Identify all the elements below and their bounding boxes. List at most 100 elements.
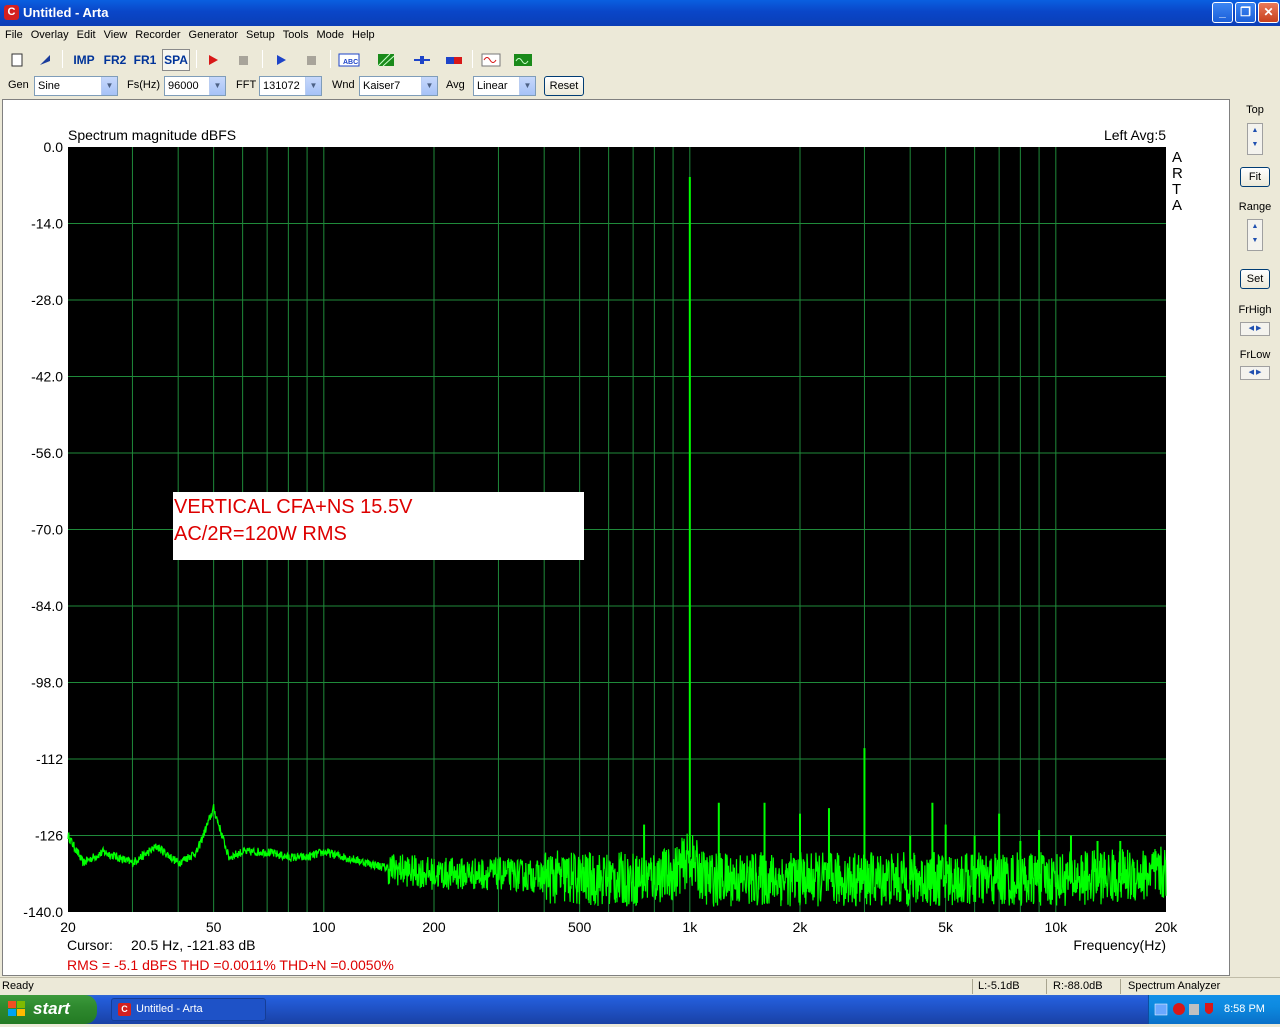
x-tick-label: 1k [682, 919, 698, 935]
record-play-icon[interactable] [202, 49, 224, 71]
options-bar: Gen Sine ▼ Fs(Hz) 96000 ▼ FFT 131072 ▼ Wnd … [0, 74, 1280, 98]
start-button[interactable]: start [0, 995, 97, 1024]
gen-label: Gen [8, 79, 29, 91]
minimize-button[interactable]: _ [1212, 2, 1233, 23]
fft-label: FFT [236, 79, 257, 91]
taskbar: start C Untitled - Arta 8:58 PM [0, 995, 1280, 1024]
avg-value: Linear [477, 80, 508, 92]
arta-app-icon[interactable]: C [4, 5, 19, 20]
spectrum-plot-panel: 0.0 -14.0 -28.0 -42.0 -56.0 -70.0 -84.0 -98.0 -1… [2, 99, 1230, 976]
avg-label: Avg [446, 79, 465, 91]
y-tick-label: -42.0 [31, 369, 63, 385]
avg-select[interactable]: Linear ▼ [473, 76, 536, 96]
y-tick-label: -112 [36, 751, 63, 767]
channel-label: Left Avg:5 [1104, 127, 1166, 143]
menu-file[interactable]: File [0, 26, 26, 43]
x-tick-label: 200 [422, 919, 446, 935]
clock: 8:58 PM [1224, 1003, 1265, 1015]
taskbar-item-label: Untitled - Arta [136, 1003, 203, 1015]
title-bar: C Untitled - Arta _ ❐ ✕ [0, 0, 1280, 26]
generator-select[interactable]: Sine ▼ [34, 76, 118, 96]
right-control-panel: Top ▲ ▼ Fit Range ▲ ▼ Set FrHigh ◀ ▶ FrLow… [1232, 99, 1278, 976]
maximize-button[interactable]: ❐ [1235, 2, 1256, 23]
frlow-spinner[interactable]: ◀ ▶ [1240, 366, 1270, 380]
arta-app-icon: C [118, 1003, 131, 1016]
y-tick-label: -140.0 [23, 904, 63, 920]
window-value: Kaiser7 [363, 80, 401, 92]
signal-generator-icon[interactable] [478, 49, 504, 71]
menu-mode[interactable]: Mode [311, 26, 347, 43]
window-select[interactable]: Kaiser7 ▼ [359, 76, 438, 96]
arta-brand-letter: R [1172, 165, 1183, 182]
fft-size-value: 131072 [263, 80, 300, 92]
menu-help[interactable]: Help [347, 26, 378, 43]
x-tick-label: 2k [793, 919, 809, 935]
cursor-readout: 20.5 Hz, -121.83 dB [131, 937, 256, 953]
frhigh-spinner[interactable]: ◀ ▶ [1240, 322, 1270, 336]
status-bar: Ready L:-5.1dB R:-88.0dB Spectrum Analyz… [0, 977, 1280, 995]
abc-annotation-icon[interactable]: ABC [336, 49, 362, 71]
fs-label: Fs(Hz) [127, 79, 160, 91]
open-arrow-icon[interactable] [34, 49, 56, 71]
spa-mode-button[interactable]: SPA [162, 49, 190, 71]
new-file-icon[interactable] [6, 49, 28, 71]
set-button[interactable]: Set [1240, 269, 1270, 289]
fr1-mode-button[interactable]: FR1 [132, 49, 158, 71]
hatch-icon[interactable] [374, 49, 398, 71]
stop-icon[interactable] [300, 49, 322, 71]
top-label: Top [1246, 104, 1264, 116]
stats-readout: RMS = -5.1 dBFS THD =0.0011% THD+N =0.00… [67, 957, 394, 973]
y-tick-label: -28.0 [31, 292, 63, 308]
scope-icon[interactable] [510, 49, 536, 71]
top-spinner[interactable]: ▲ ▼ [1247, 123, 1263, 155]
arta-brand-letter: T [1172, 181, 1181, 198]
level-meter-icon[interactable] [442, 49, 466, 71]
frhigh-label: FrHigh [1238, 304, 1272, 316]
menu-edit[interactable]: Edit [72, 26, 99, 43]
menu-setup[interactable]: Setup [241, 26, 278, 43]
play-icon[interactable] [270, 49, 292, 71]
x-tick-label: 500 [568, 919, 592, 935]
annotation-line-2: AC/2R=120W RMS [174, 523, 347, 545]
spectrum-chart[interactable]: 0.0 -14.0 -28.0 -42.0 -56.0 -70.0 -84.0 -98.0 -1… [3, 100, 1231, 977]
status-left-level: L:-5.1dB [978, 980, 1020, 992]
chevron-down-icon[interactable]: ▼ [101, 77, 117, 95]
chevron-down-icon[interactable]: ▼ [305, 77, 321, 95]
chevron-down-icon[interactable]: ▼ [421, 77, 437, 95]
fft-size-select[interactable]: 131072 ▼ [259, 76, 322, 96]
y-tick-label: -126 [35, 828, 63, 844]
x-tick-label: 10k [1045, 919, 1069, 935]
menu-view[interactable]: View [99, 26, 131, 43]
menu-tools[interactable]: Tools [278, 26, 312, 43]
y-tick-label: -70.0 [31, 522, 63, 538]
toolbar: IMP FR2 FR1 SPA ABC [0, 46, 1280, 72]
close-button[interactable]: ✕ [1258, 2, 1279, 23]
sample-rate-select[interactable]: 96000 ▼ [164, 76, 226, 96]
chevron-down-icon[interactable]: ▼ [519, 77, 535, 95]
y-tick-label: -98.0 [31, 675, 63, 691]
taskbar-item-arta[interactable]: C Untitled - Arta [111, 998, 266, 1021]
chevron-down-icon[interactable]: ▼ [209, 77, 225, 95]
generator-value: Sine [38, 80, 61, 92]
windows-flag-icon [8, 1001, 26, 1018]
annotation-line-1: VERTICAL CFA+NS 15.5V [174, 496, 413, 518]
sample-rate-value: 96000 [168, 80, 199, 92]
slider-icon[interactable] [410, 49, 434, 71]
record-stop-icon[interactable] [232, 49, 254, 71]
menu-overlay[interactable]: Overlay [26, 26, 72, 43]
reset-button[interactable]: Reset [544, 76, 584, 96]
status-right-level: R:-88.0dB [1053, 980, 1103, 992]
frlow-label: FrLow [1239, 349, 1271, 361]
menu-generator[interactable]: Generator [184, 26, 242, 43]
x-tick-label: 20 [60, 919, 76, 935]
menu-bar: File Overlay Edit View Recorder Generator Setu… [0, 26, 1280, 44]
imp-mode-button[interactable]: IMP [70, 49, 98, 71]
status-ready: Ready [2, 980, 34, 992]
range-spinner[interactable]: ▲ ▼ [1247, 219, 1263, 251]
menu-recorder[interactable]: Recorder [130, 26, 183, 43]
y-tick-label: 0.0 [44, 139, 64, 155]
tray-icons[interactable] [1149, 995, 1219, 1024]
system-tray: 8:58 PM [1148, 995, 1280, 1024]
fit-button[interactable]: Fit [1240, 167, 1270, 187]
fr2-mode-button[interactable]: FR2 [102, 49, 128, 71]
